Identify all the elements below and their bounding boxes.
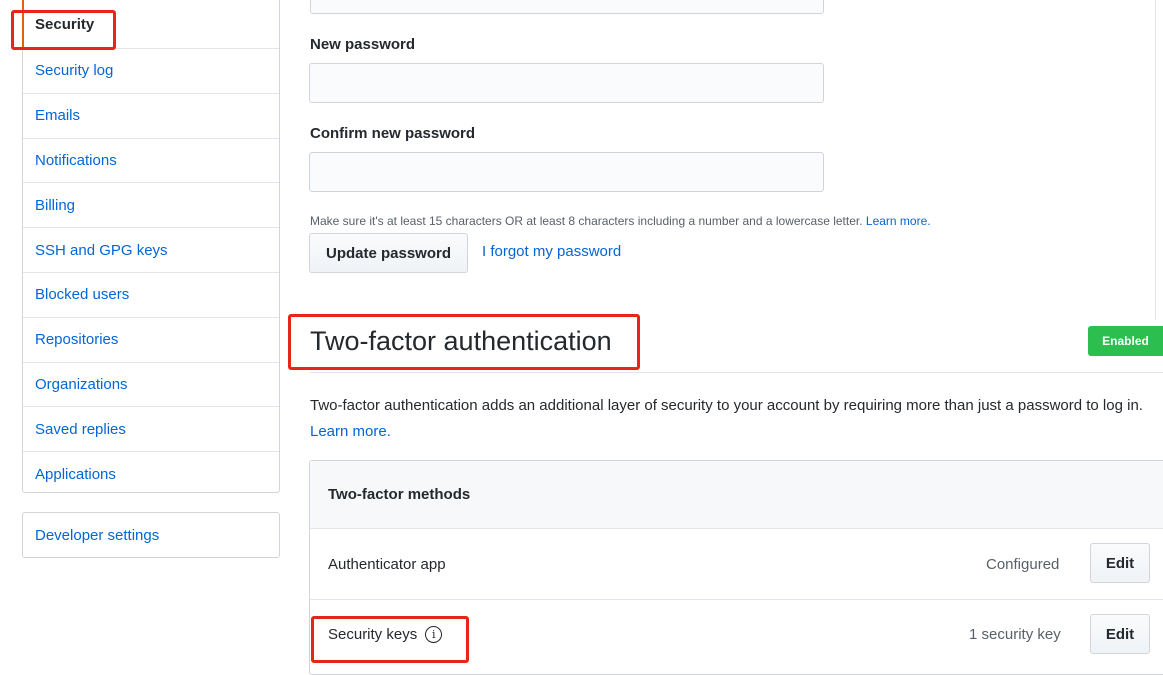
- sidebar-item-security-log[interactable]: Security log: [23, 48, 279, 93]
- confirm-password-field[interactable]: [309, 152, 824, 192]
- info-icon[interactable]: i: [425, 626, 443, 643]
- sidebar-item-saved-replies[interactable]: Saved replies: [23, 406, 279, 451]
- settings-sidebar: Security Security log Emails Notificatio…: [22, 0, 280, 493]
- new-password-field[interactable]: [309, 63, 824, 103]
- new-password-label: New password: [310, 36, 416, 53]
- sidebar-item-billing[interactable]: Billing: [23, 182, 279, 227]
- sidebar-item-ssh-gpg-keys[interactable]: SSH and GPG keys: [23, 227, 279, 272]
- confirm-password-label: Confirm new password: [310, 125, 476, 142]
- sidebar-item-developer-settings[interactable]: Developer settings: [22, 512, 280, 558]
- method-row-authenticator: Authenticator app Configured Edit: [310, 529, 1163, 599]
- sidebar-item-emails[interactable]: Emails: [23, 92, 279, 138]
- password-hint: Make sure it's at least 15 characters OR…: [310, 214, 931, 228]
- method-status: 1 security key: [969, 626, 1061, 643]
- password-learn-more-link[interactable]: Learn more.: [866, 214, 931, 228]
- update-password-button[interactable]: Update password: [309, 233, 468, 273]
- sidebar-item-organizations[interactable]: Organizations: [23, 361, 279, 407]
- edit-authenticator-button[interactable]: Edit: [1090, 543, 1150, 583]
- method-row-security-keys: Security keys i 1 security key Edit: [310, 599, 1163, 669]
- edit-security-keys-button[interactable]: Edit: [1090, 614, 1150, 654]
- password-hint-text: Make sure it's at least 15 characters OR…: [310, 214, 863, 228]
- two-factor-methods-header: Two-factor methods: [310, 461, 1163, 529]
- two-factor-methods-box: Two-factor methods Authenticator app Con…: [309, 460, 1163, 675]
- two-factor-description: Two-factor authentication adds an additi…: [310, 393, 1163, 445]
- two-factor-learn-more-link[interactable]: Learn more.: [310, 423, 391, 440]
- sidebar-item-blocked-users[interactable]: Blocked users: [23, 271, 279, 317]
- sidebar-item-repositories[interactable]: Repositories: [23, 316, 279, 362]
- title-divider: [310, 372, 1163, 373]
- method-status: Configured: [986, 555, 1060, 573]
- sidebar-item-security[interactable]: Security: [22, 0, 279, 48]
- two-factor-title: Two-factor authentication: [310, 326, 612, 356]
- method-name: Security keys: [328, 626, 418, 643]
- old-password-field[interactable]: [310, 0, 824, 14]
- enabled-badge: Enabled: [1088, 326, 1163, 356]
- sidebar-item-notifications[interactable]: Notifications: [23, 137, 279, 183]
- two-factor-description-text: Two-factor authentication adds an additi…: [310, 397, 1143, 414]
- right-panel-edge: [1155, 0, 1163, 320]
- forgot-password-link[interactable]: I forgot my password: [482, 243, 621, 260]
- sidebar-item-applications[interactable]: Applications: [23, 451, 279, 496]
- method-name: Authenticator app: [328, 555, 446, 573]
